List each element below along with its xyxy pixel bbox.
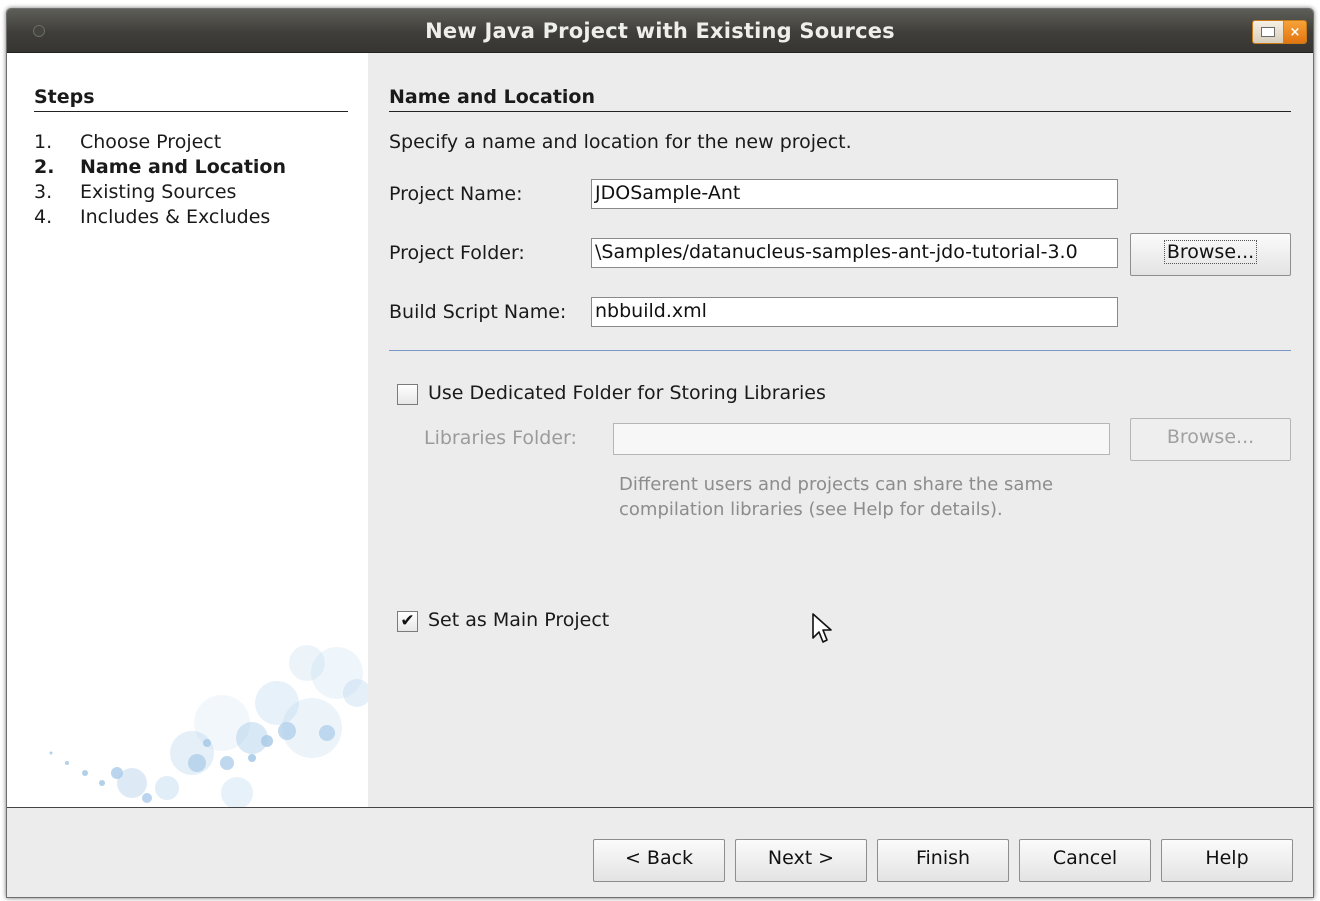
dedicated-folder-label[interactable]: Use Dedicated Folder for Storing Librari… [428,382,826,404]
back-button[interactable]: < Back [593,839,725,882]
close-button[interactable]: × [1284,21,1306,43]
project-folder-label: Project Folder: [389,242,525,264]
dedicated-folder-checkbox[interactable] [397,384,418,405]
button-bar-divider [7,807,1313,808]
step-label: Choose Project [80,131,222,153]
main-project-label[interactable]: Set as Main Project [428,609,609,631]
step-item: 3. Existing Sources [34,181,286,206]
step-label: Name and Location [80,156,287,178]
finish-button[interactable]: Finish [877,839,1009,882]
libraries-folder-label: Libraries Folder: [424,427,577,449]
name-location-panel: Name and Location Specify a name and loc… [389,53,1291,807]
step-item: 4. Includes & Excludes [34,206,286,231]
title-bar[interactable]: New Java Project with Existing Sources × [7,9,1313,53]
checkmark-icon: ✔ [400,611,415,631]
cancel-button[interactable]: Cancel [1019,839,1151,882]
build-script-label: Build Script Name: [389,301,567,323]
close-icon: × [1289,24,1301,40]
project-folder-field[interactable]: \Samples/datanucleus-samples-ant-jdo-tut… [591,238,1118,268]
build-script-field[interactable]: nbbuild.xml [591,297,1118,327]
libraries-note: Different users and projects can share t… [619,474,1054,520]
mouse-pointer-icon [812,613,832,643]
window-controls: × [1252,20,1307,44]
panel-heading: Name and Location [389,86,1291,112]
browse-libraries-button[interactable]: Browse... [1130,418,1291,461]
libraries-folder-field[interactable] [613,423,1110,455]
wizard-dialog: New Java Project with Existing Sources ×… [6,8,1314,898]
step-label: Existing Sources [80,181,237,203]
window-title: New Java Project with Existing Sources [425,19,895,43]
steps-list: 1. Choose Project 2. Name and Location 3. E… [34,131,286,231]
panel-description: Specify a name and location for the new … [389,131,852,153]
decorative-bubbles-image [49,645,368,807]
next-button[interactable]: Next > [735,839,867,882]
main-project-checkbox[interactable]: ✔ [397,611,418,632]
maximize-icon [1261,27,1275,37]
step-item-current: 2. Name and Location [34,156,286,181]
project-name-label: Project Name: [389,183,523,205]
steps-heading: Steps [34,86,348,112]
maximize-button[interactable] [1253,21,1284,43]
step-item: 1. Choose Project [34,131,286,156]
steps-sidebar: Steps 1. Choose Project 2. Name and Locati… [7,53,368,807]
step-label: Includes & Excludes [80,206,271,228]
separator [389,350,1291,351]
project-name-field[interactable]: JDOSample-Ant [591,179,1118,209]
help-button[interactable]: Help [1161,839,1293,882]
browse-project-folder-button[interactable]: Browse... [1130,233,1291,276]
